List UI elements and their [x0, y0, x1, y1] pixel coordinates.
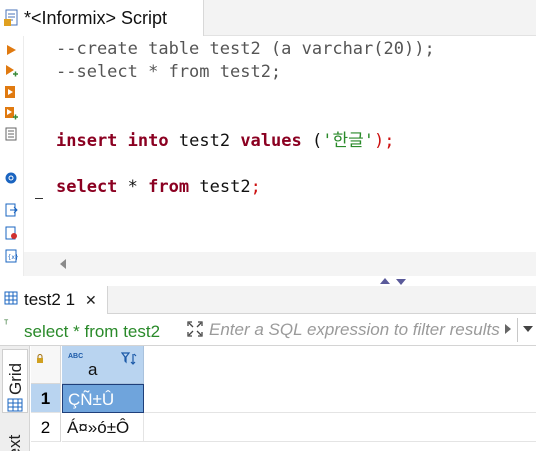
- open-paren: (: [311, 131, 323, 151]
- view-mode-tabs: Grid Text: [0, 346, 30, 451]
- execute-script-icon[interactable]: [3, 84, 19, 100]
- load-script-icon[interactable]: [3, 225, 19, 241]
- filter-query-text: select * from test2: [24, 322, 161, 341]
- panel-splitter[interactable]: [0, 276, 536, 286]
- maximize-editor-icon[interactable]: [380, 278, 390, 284]
- results-tab-label: test2 1: [24, 290, 76, 309]
- column-name: a: [88, 360, 98, 379]
- table-cell[interactable]: ÇÑ±Û: [62, 384, 144, 413]
- select-star: *: [127, 177, 138, 197]
- table-row: [144, 384, 536, 413]
- execute-script-new-tab-icon[interactable]: [3, 105, 19, 121]
- keyword-insert: insert: [56, 131, 118, 151]
- table-cell[interactable]: Á¤»ó±Ô: [62, 413, 144, 442]
- sql-editor[interactable]: --create table test2 (a varchar(20)); --…: [24, 36, 536, 278]
- string-type-icon: ABC: [68, 353, 84, 360]
- keyword-into: into: [127, 131, 169, 151]
- close-paren-semicolon: );: [373, 131, 395, 151]
- code-line-1: --create table test2 (a varchar(20));: [56, 39, 435, 59]
- table-row: [144, 413, 536, 442]
- lock-icon: [36, 350, 44, 368]
- line-marker: [35, 198, 43, 199]
- keyword-values: values: [240, 131, 302, 151]
- horizontal-scrollbar[interactable]: [24, 252, 536, 276]
- close-icon[interactable]: ✕: [85, 292, 97, 309]
- filter-bar: ᵀ select * from test2 Enter a SQL expres…: [0, 314, 536, 346]
- semicolon: ;: [250, 177, 261, 197]
- filter-divider: [517, 318, 518, 342]
- settings-gear-icon[interactable]: [3, 170, 19, 186]
- apply-filter-icon[interactable]: [505, 324, 511, 334]
- string-literal: '한글': [322, 131, 374, 151]
- tab-grid-label: Grid: [6, 362, 25, 395]
- select-table-name: test2: [199, 177, 251, 197]
- grid-corner: [31, 346, 61, 384]
- svg-text:{x}: {x}: [8, 254, 19, 261]
- tab-grid[interactable]: Grid: [2, 349, 28, 413]
- row-number[interactable]: 1: [31, 384, 61, 413]
- text-filter-icon: ᵀ: [4, 319, 9, 330]
- code-line-2: --select * from test2;: [56, 62, 282, 82]
- code-line-insert: insert into test2 values ('한글');: [56, 130, 394, 152]
- tab-text[interactable]: Text: [5, 435, 25, 451]
- grid-icon: [7, 398, 23, 417]
- results-tab-test2[interactable]: test2 1 ✕: [0, 286, 108, 314]
- results-grid: ABC a 1 ÇÑ±Û 2 Á¤»ó±Ô: [31, 346, 536, 451]
- filter-history-dropdown-icon[interactable]: [523, 326, 533, 332]
- results-tab-bar: test2 1 ✕: [0, 286, 536, 314]
- editor-tab-script[interactable]: *<Informix> Script: [0, 0, 204, 36]
- code-line-select: select * from test2;: [56, 176, 261, 198]
- variables-icon[interactable]: {x}: [3, 248, 19, 264]
- execute-new-tab-icon[interactable]: [3, 63, 19, 79]
- filter-sort-icon[interactable]: [120, 352, 139, 369]
- table-grid-icon: [4, 291, 18, 310]
- column-header-a[interactable]: ABC a: [62, 346, 144, 384]
- explain-plan-icon[interactable]: [3, 126, 19, 142]
- table-name: test2: [178, 131, 231, 151]
- row-number[interactable]: 2: [31, 413, 61, 442]
- scroll-left-arrow-icon[interactable]: [60, 259, 66, 269]
- export-icon[interactable]: [3, 202, 19, 218]
- sql-script-icon: [4, 8, 20, 28]
- filter-expression-input[interactable]: Enter a SQL expression to filter results: [205, 318, 501, 342]
- maximize-results-icon[interactable]: [396, 279, 406, 285]
- editor-tab-title: *<Informix> Script: [24, 7, 168, 28]
- expand-icon[interactable]: [186, 320, 204, 338]
- keyword-from: from: [148, 177, 190, 197]
- keyword-select: select: [56, 177, 118, 197]
- editor-left-toolbar: {x}: [0, 36, 22, 278]
- execute-statement-icon[interactable]: [3, 42, 19, 58]
- editor-tab-bar: *<Informix> Script: [0, 0, 536, 36]
